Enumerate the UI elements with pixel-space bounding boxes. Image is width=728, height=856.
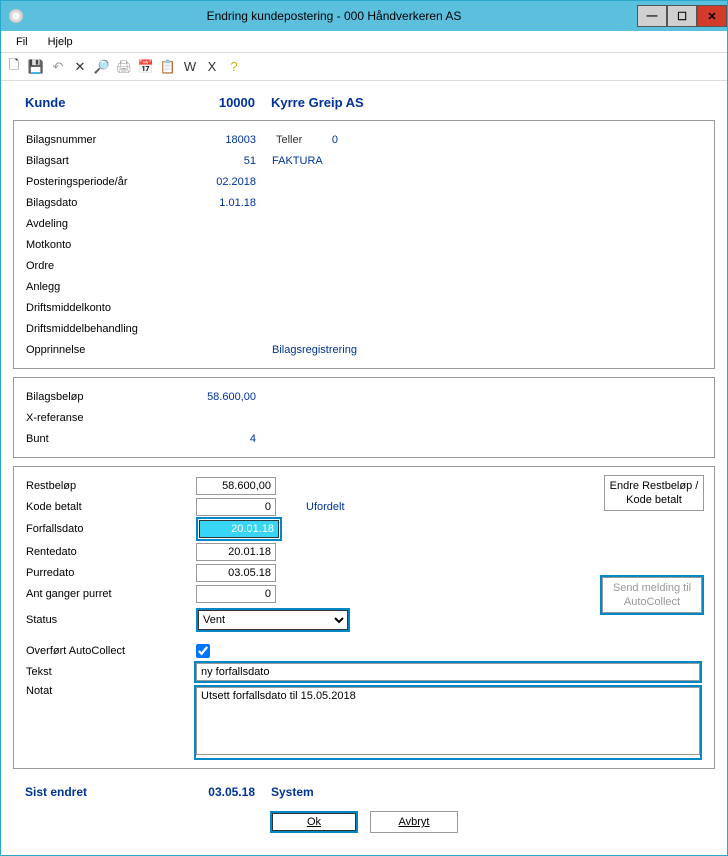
word-icon[interactable]: W — [182, 59, 198, 75]
tekst-label: Tekst — [26, 666, 194, 678]
xref-label: X-referanse — [26, 412, 196, 424]
kunde-label: Kunde — [25, 95, 195, 110]
notat-label: Notat — [26, 685, 194, 697]
driftsmiddelbehandling-label: Driftsmiddelbehandling — [26, 323, 196, 335]
toolbar: 🗋 💾 ↶ ✕ 🔎 🖨 📅 📋 W X ? — [1, 53, 727, 81]
delete-icon[interactable]: ✕ — [72, 59, 88, 75]
minimize-button[interactable]: — — [637, 5, 667, 27]
bilagsdato-label: Bilagsdato — [26, 197, 196, 209]
bilagsbelop-label: Bilagsbeløp — [26, 391, 196, 403]
bilagsnummer-label: Bilagsnummer — [26, 134, 196, 146]
avdeling-label: Avdeling — [26, 218, 196, 230]
opprinnelse-label: Opprinnelse — [26, 344, 196, 356]
close-button[interactable]: ✕ — [697, 5, 727, 27]
menu-fil[interactable]: Fil — [6, 33, 38, 51]
avbryt-button[interactable]: Avbryt — [370, 811, 458, 833]
teller-value: 0 — [308, 134, 338, 146]
kunde-name: Kyrre Greip AS — [255, 95, 364, 110]
bilagsdato-value: 1.01.18 — [196, 197, 256, 209]
bunt-value: 4 — [196, 433, 256, 445]
bilagsbelop-value: 58.600,00 — [196, 391, 256, 403]
forfallsdato-input[interactable] — [199, 520, 279, 538]
new-icon[interactable]: 🗋 — [6, 59, 22, 75]
purredato-label: Purredato — [26, 567, 196, 579]
panel-voucher-info: Bilagsnummer 18003 Teller 0 Bilagsart 51… — [13, 120, 715, 369]
bunt-label: Bunt — [26, 433, 196, 445]
endre-restbelop-button[interactable]: Endre Restbeløp / Kode betalt — [604, 475, 704, 511]
ordre-label: Ordre — [26, 260, 196, 272]
periode-value: 02.2018 — [196, 176, 256, 188]
status-select[interactable]: Vent — [198, 610, 348, 630]
menu-hjelp[interactable]: Hjelp — [38, 33, 83, 51]
maximize-button[interactable]: ☐ — [667, 5, 697, 27]
save-icon[interactable]: 💾 — [28, 59, 44, 75]
kunde-number: 10000 — [195, 95, 255, 110]
excel-icon[interactable]: X — [204, 59, 220, 75]
overfort-label: Overført AutoCollect — [26, 645, 196, 657]
sist-endret-user: System — [255, 785, 314, 799]
periode-label: Posteringsperiode/år — [26, 176, 196, 188]
print-icon[interactable]: 🖨 — [116, 59, 132, 75]
status-label: Status — [26, 614, 196, 626]
purredato-input[interactable] — [196, 564, 276, 582]
anlegg-label: Anlegg — [26, 281, 196, 293]
ok-button[interactable]: Ok — [272, 813, 356, 831]
forfallsdato-label: Forfallsdato — [26, 523, 196, 535]
panel-amounts: Bilagsbeløp 58.600,00 X-referanse Bunt 4 — [13, 377, 715, 458]
undo-icon[interactable]: ↶ — [50, 59, 66, 75]
sist-endret-label: Sist endret — [25, 785, 195, 799]
tekst-input[interactable] — [196, 663, 700, 681]
overfort-checkbox[interactable] — [196, 644, 210, 658]
teller-label: Teller — [256, 134, 308, 146]
app-icon — [9, 9, 23, 23]
ufordelt-text: Ufordelt — [276, 501, 345, 513]
restbelop-input[interactable] — [196, 477, 276, 495]
rentedato-input[interactable] — [196, 543, 276, 561]
notat-textarea[interactable] — [196, 687, 700, 755]
driftsmiddelkonto-label: Driftsmiddelkonto — [26, 302, 196, 314]
sist-endret-date: 03.05.18 — [195, 785, 255, 799]
bilagsart-label: Bilagsart — [26, 155, 196, 167]
copy-icon[interactable]: 📋 — [160, 59, 176, 75]
send-autocollect-button[interactable]: Send melding til AutoCollect — [602, 577, 702, 613]
kodebetalt-label: Kode betalt — [26, 501, 196, 513]
motkonto-label: Motkonto — [26, 239, 196, 251]
bilagsnummer-value: 18003 — [196, 134, 256, 146]
calendar-icon[interactable]: 📅 — [138, 59, 154, 75]
menubar: Fil Hjelp — [1, 31, 727, 53]
antganger-input[interactable] — [196, 585, 276, 603]
kodebetalt-input[interactable] — [196, 498, 276, 516]
rentedato-label: Rentedato — [26, 546, 196, 558]
bilagsart-text: FAKTURA — [256, 155, 323, 167]
titlebar: Endring kundepostering - 000 Håndverkere… — [1, 1, 727, 31]
window-title: Endring kundepostering - 000 Håndverkere… — [31, 9, 637, 23]
antganger-label: Ant ganger purret — [26, 588, 196, 600]
panel-edit: Endre Restbeløp / Kode betalt Send meldi… — [13, 466, 715, 769]
opprinnelse-value: Bilagsregistrering — [256, 344, 357, 356]
restbelop-label: Restbeløp — [26, 480, 196, 492]
help-icon[interactable]: ? — [226, 59, 242, 75]
search-icon[interactable]: 🔎 — [94, 59, 110, 75]
bilagsart-value: 51 — [196, 155, 256, 167]
